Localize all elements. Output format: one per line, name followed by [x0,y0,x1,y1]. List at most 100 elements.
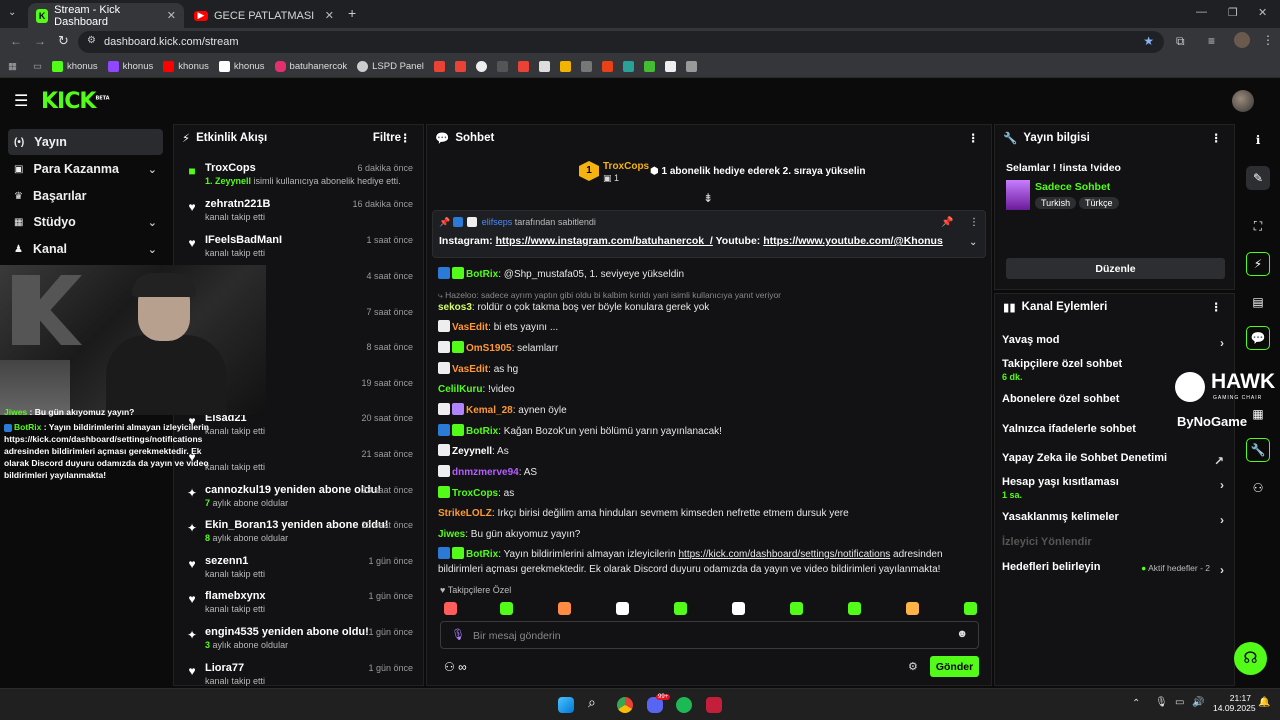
emote-icon[interactable] [674,602,687,615]
activity-item[interactable]: ✦ Ekin_Boran13 yeniden abone oldu! 8 aylık… [183,517,413,551]
apps-grid-icon[interactable]: ▦ [8,61,17,72]
more-options-icon[interactable]: ⋮ [1211,131,1223,145]
edit-button[interactable]: Düzenle [1006,258,1225,279]
mic-tray-icon[interactable]: 🎙 [1155,697,1168,708]
wrench-icon[interactable]: 🔧 [1246,438,1270,462]
channel-action-item[interactable]: Yavaş mod › [1002,334,1226,358]
chat-username[interactable]: Jiwes [438,529,465,540]
more-options-icon[interactable]: ⋮ [969,217,979,228]
activity-item[interactable]: ■ TroxCops 1. Zeyynell isimli kullanıcıya … [183,160,413,194]
emote-icon[interactable] [906,602,919,615]
bookmark-item[interactable]: khonus [51,61,98,72]
info-icon[interactable]: ℹ [1246,128,1270,152]
mic-icon[interactable]: 🎙 [451,628,465,641]
nav-item-yayin[interactable]: (•) Yayın [8,129,163,155]
profile-avatar[interactable] [1234,32,1250,48]
chat-settings-icon[interactable]: ⚙ [908,660,918,673]
activity-item[interactable]: ✦ cannozkul19 yeniden abone oldu! 7 aylık … [183,482,413,516]
windows-start-icon[interactable] [558,697,574,713]
activity-item[interactable]: ♥ flamebxynx kanalı takip etti 1 gün önce [183,588,413,622]
chat-username[interactable]: sekos3 [438,302,472,313]
chat-link[interactable]: https://kick.com/dashboard/settings/noti… [678,549,890,560]
bookmark-icon[interactable] [601,61,613,72]
document-icon[interactable]: ▤ [1246,290,1270,314]
category-link[interactable]: Sadece Sohbet [1035,181,1110,193]
unpin-icon[interactable]: 📌 [941,217,953,228]
bookmark-icon[interactable] [622,61,634,72]
flash-icon[interactable]: ⚡ [1246,252,1270,276]
edit-pencil-icon[interactable]: ✎ [1246,166,1270,190]
nav-item-basarilar[interactable]: ♛ Başarılar [8,183,163,209]
bookmark-icon[interactable] [538,61,550,72]
gift-cta[interactable]: ⬢ 1 abonelik hediye ederek 2. sıraya yük… [650,166,866,177]
user-avatar[interactable] [1232,90,1254,112]
bookmark-icon[interactable] [580,61,592,72]
emoji-icon[interactable]: ☻ [956,628,968,640]
nav-item-para-kazanma[interactable]: ▣ Para Kazanma ⌄ [8,156,163,182]
tab-list-icon[interactable]: ⌄ [8,7,16,18]
bookmark-icon[interactable] [685,61,697,72]
emote-icon[interactable] [500,602,513,615]
url-field[interactable]: ⚙ dashboard.kick.com/stream ★ [78,31,1164,53]
emote-icon[interactable] [964,602,977,615]
network-icon[interactable]: ▭ [1175,697,1184,708]
close-tab-icon[interactable]: ✕ [167,9,176,22]
new-tab-button[interactable]: + [348,5,356,21]
stack-icon[interactable]: ▦ [1246,402,1270,426]
clock[interactable]: 21:17 14.09.2025 [1213,693,1256,713]
back-icon[interactable]: ← [10,34,22,48]
chrome-icon[interactable] [617,697,633,713]
tag-chip[interactable]: Türkçe [1079,197,1119,209]
chat-username[interactable]: OmS1905 [466,343,512,354]
emote-icon[interactable] [444,602,457,615]
bookmark-item[interactable]: khonus [107,61,153,72]
chat-username[interactable]: BotRix [466,549,498,560]
forward-icon[interactable]: → [34,34,46,48]
filter-button[interactable]: Filtre [373,132,401,144]
bookmark-item[interactable]: batuhanercok [274,61,347,72]
nav-item-kanal[interactable]: ♟ Kanal ⌄ [8,236,163,262]
volume-icon[interactable]: 🔊 [1192,697,1204,708]
chat-username[interactable]: BotRix [466,269,498,280]
chat-username[interactable]: Kemal_28 [466,405,513,416]
bookmark-icon[interactable] [664,61,676,72]
bookmark-item[interactable]: khonus [218,61,265,72]
chevron-down-icon[interactable]: ⌄ [969,237,977,248]
chat-username[interactable]: BotRix [466,426,498,437]
maximize-icon[interactable]: ❐ [1228,6,1238,19]
nav-item-studyo[interactable]: ▦ Stüdyo ⌄ [8,209,163,235]
channel-action-item[interactable]: Yasaklanmış kelimeler › [1002,511,1226,535]
chat-icon[interactable]: 💬 [1246,326,1270,350]
spotify-icon[interactable] [676,697,692,713]
more-options-icon[interactable]: ⋮ [400,131,412,145]
search-icon[interactable]: ⌕ [588,694,604,710]
activity-item[interactable]: ♥ zehratn221B kanalı takip etti 16 dakika ö… [183,196,413,230]
bookmark-item[interactable]: LSPD Panel [357,61,424,72]
gmail-bookmark-icon[interactable] [433,61,445,72]
chat-username[interactable]: StrikeLOLZ [438,508,492,519]
emote-icon[interactable] [732,602,745,615]
bookmark-icon[interactable] [496,61,508,72]
tab-youtube[interactable]: ▶ GECE PATLATMASI | 5Sriders | M ✕ [186,3,342,28]
app-icon[interactable] [706,697,722,713]
activity-item[interactable]: ✦ engin4535 yeniden abone oldu! 3 aylık ab… [183,624,413,658]
folder-icon[interactable]: ▭ [33,61,42,72]
emote-icon[interactable] [558,602,571,615]
hamburger-menu-icon[interactable]: ☰ [14,91,28,111]
bookmark-icon[interactable] [559,61,571,72]
extensions-icon[interactable]: ⧉ [1176,34,1185,49]
media-icon[interactable]: ≡ [1208,34,1215,48]
reload-icon[interactable]: ↻ [58,33,69,49]
pinned-link-instagram[interactable]: https://www.instagram.com/batuhanercok_/ [496,235,713,247]
notifications-icon[interactable]: 🔔 [1258,697,1270,708]
pinned-by-user[interactable]: elifseps [482,217,513,227]
chat-username[interactable]: VasEdit [452,322,488,333]
tab-kick-dashboard[interactable]: K Stream - Kick Dashboard ✕ [28,3,184,28]
channel-action-item[interactable]: Hesap yaşı kısıtlaması 1 sa. › [1002,476,1226,500]
gmail-bookmark-icon[interactable] [454,61,466,72]
tray-chevron-icon[interactable]: ⌃ [1132,698,1140,709]
activity-item[interactable]: ♥ sezenn1 kanalı takip etti 1 gün önce [183,553,413,587]
chat-username[interactable]: TroxCops [452,488,498,499]
browser-menu-icon[interactable]: ⋮ [1262,33,1274,47]
pinned-link-youtube[interactable]: https://www.youtube.com/@Khonus [763,235,943,247]
